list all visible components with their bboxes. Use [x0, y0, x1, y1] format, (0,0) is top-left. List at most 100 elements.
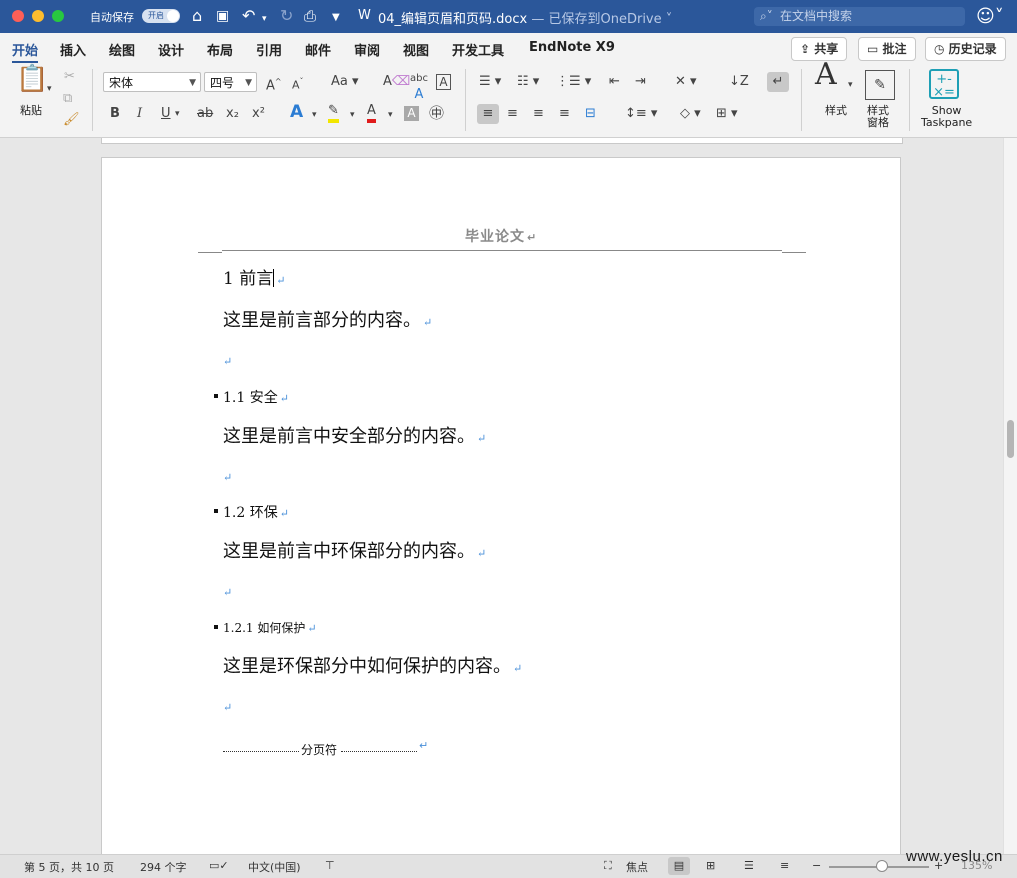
track-changes-icon[interactable]: ⊤	[325, 859, 335, 872]
outline-view-icon[interactable]: ☰	[744, 859, 754, 872]
character-border-icon[interactable]: A	[436, 74, 451, 90]
tab-review[interactable]: 审阅	[354, 40, 380, 59]
tab-developer[interactable]: 开发工具	[452, 40, 504, 59]
heading-1[interactable]: 1 前言 ↵	[223, 264, 285, 289]
search-input[interactable]: ⌕˅ 在文档中搜索	[754, 7, 965, 26]
body-paragraph[interactable]: 这里是环保部分中如何保护的内容。 ↵	[223, 652, 522, 678]
undo-dropdown-icon[interactable]: ▾	[262, 10, 267, 28]
tab-design[interactable]: 设计	[158, 40, 184, 59]
enclose-characters-icon[interactable]: ㊥	[429, 105, 444, 121]
empty-paragraph[interactable]: ↵	[223, 349, 232, 370]
heading-2[interactable]: 1.1 安全 ↵	[223, 387, 289, 407]
bold-button[interactable]: B	[110, 106, 120, 122]
font-color-dropdown-icon[interactable]: ▾	[388, 107, 393, 123]
align-center-icon[interactable]: ≡	[507, 106, 518, 122]
word-count[interactable]: 294 个字	[140, 859, 187, 875]
empty-paragraph[interactable]: ↵	[223, 580, 232, 601]
tab-home[interactable]: 开始	[12, 40, 39, 64]
body-paragraph[interactable]: 这里是前言中环保部分的内容。 ↵	[223, 537, 486, 563]
justify-icon[interactable]: ≡	[559, 106, 570, 122]
line-spacing-icon[interactable]: ↕≡ ▾	[625, 106, 657, 122]
tab-references[interactable]: 引用	[256, 40, 282, 59]
vertical-scrollbar[interactable]	[1003, 138, 1017, 854]
body-paragraph[interactable]: 这里是前言部分的内容。 ↵	[223, 306, 432, 332]
styles-icon[interactable]: A	[815, 60, 837, 90]
focus-label[interactable]: 焦点	[626, 859, 648, 875]
tab-insert[interactable]: 插入	[60, 40, 86, 59]
superscript-button[interactable]: x²	[252, 106, 265, 122]
close-window-button[interactable]	[12, 10, 24, 22]
minimize-window-button[interactable]	[32, 10, 44, 22]
proofing-icon[interactable]: ▭✓	[209, 859, 229, 872]
heading-2[interactable]: 1.2 环保 ↵	[223, 502, 289, 522]
decrease-indent-icon[interactable]: ⇤	[609, 74, 620, 90]
tab-mailings[interactable]: 邮件	[305, 40, 331, 59]
zoom-window-button[interactable]	[52, 10, 64, 22]
show-taskpane-icon[interactable]: +- ×=	[929, 69, 959, 99]
copy-icon[interactable]: ⧉	[63, 91, 72, 107]
redo-icon[interactable]: ↻	[280, 7, 293, 25]
highlight-icon[interactable]: ✎	[328, 103, 339, 123]
font-color-icon[interactable]: A	[367, 103, 376, 123]
styles-pane-label[interactable]: 样式 窗格	[867, 105, 889, 129]
empty-paragraph[interactable]: ↵	[223, 695, 232, 716]
zoom-slider-thumb[interactable]	[876, 860, 888, 872]
focus-icon[interactable]: ⛶	[604, 859, 612, 873]
page-count[interactable]: 第 5 页，共 10 页	[24, 859, 114, 875]
multilevel-list-icon[interactable]: ⋮☰ ▾	[556, 74, 591, 90]
feedback-smiley-icon[interactable]: ☺˅	[976, 6, 1004, 27]
increase-indent-icon[interactable]: ⇥	[635, 74, 646, 90]
italic-button[interactable]: I	[137, 106, 142, 122]
shading-icon[interactable]: ◇ ▾	[680, 106, 701, 122]
web-layout-view-icon[interactable]: ⊞	[706, 859, 715, 872]
empty-paragraph[interactable]: ↵	[223, 465, 232, 486]
tab-view[interactable]: 视图	[403, 40, 429, 59]
print-layout-view-icon[interactable]: ▤	[668, 857, 690, 875]
format-painter-icon[interactable]: 🖌	[63, 112, 80, 128]
tab-layout[interactable]: 布局	[207, 40, 233, 59]
font-name-select[interactable]: 宋体 ▼	[103, 72, 201, 92]
save-icon[interactable]: ▣	[216, 7, 229, 25]
paste-dropdown-icon[interactable]: ▾	[47, 81, 52, 97]
print-icon[interactable]: ⎙	[304, 7, 316, 25]
underline-button[interactable]: U	[161, 106, 171, 122]
grow-font-icon[interactable]: A^	[266, 74, 282, 94]
language-indicator[interactable]: 中文(中国)	[248, 859, 301, 875]
tab-endnote[interactable]: EndNote X9	[529, 40, 615, 55]
home-icon[interactable]: ⌂	[192, 7, 202, 25]
page-header-text[interactable]: 毕业论文 ↵	[465, 226, 537, 246]
font-size-select[interactable]: 四号 ▼	[204, 72, 257, 92]
scrollbar-thumb[interactable]	[1007, 420, 1014, 458]
history-button[interactable]: ◷ 历史记录	[925, 37, 1006, 61]
numbering-icon[interactable]: ☷ ▾	[517, 74, 539, 90]
comments-button[interactable]: ▭ 批注	[858, 37, 916, 61]
chinese-layout-icon[interactable]: ✕ ▾	[675, 74, 697, 90]
save-status[interactable]: — 已保存到OneDrive ˅	[527, 12, 672, 27]
paste-label[interactable]: 粘贴	[20, 105, 42, 117]
align-left-icon[interactable]: ≡	[477, 104, 499, 124]
distributed-icon[interactable]: ⊟	[585, 106, 596, 122]
customize-toolbar-icon[interactable]: ▼	[332, 9, 340, 27]
show-formatting-marks-icon[interactable]: ↵	[767, 72, 789, 92]
tab-draw[interactable]: 绘图	[109, 40, 135, 59]
draft-view-icon[interactable]: ≡	[780, 859, 789, 872]
underline-dropdown-icon[interactable]: ▾	[175, 106, 180, 122]
cut-icon[interactable]: ✂	[64, 69, 75, 85]
subscript-button[interactable]: x₂	[226, 106, 239, 122]
align-right-icon[interactable]: ≡	[533, 106, 544, 122]
highlight-dropdown-icon[interactable]: ▾	[350, 107, 355, 123]
change-case-icon[interactable]: Aa ▾	[331, 74, 359, 90]
show-taskpane-label[interactable]: Show Taskpane	[921, 105, 972, 129]
character-shading-icon[interactable]: A	[404, 106, 419, 121]
bullets-icon[interactable]: ☰ ▾	[479, 74, 501, 90]
autosave-toggle[interactable]: 开启	[142, 9, 180, 23]
heading-3[interactable]: 1.2.1 如何保护 ↵	[223, 619, 317, 636]
text-effects-icon[interactable]: A	[290, 104, 303, 121]
sort-icon[interactable]: ↓Z	[729, 74, 749, 90]
body-paragraph[interactable]: 这里是前言中安全部分的内容。 ↵	[223, 422, 486, 448]
styles-dropdown-icon[interactable]: ▾	[848, 77, 853, 93]
page-break[interactable]: 分页符 ↵	[223, 739, 523, 757]
borders-icon[interactable]: ⊞ ▾	[716, 106, 738, 122]
document-canvas[interactable]: 毕业论文 ↵ 1 前言 ↵ 这里是前言部分的内容。 ↵ ↵ 1.1 安全 ↵ 这里是前言…	[0, 138, 1003, 854]
styles-label[interactable]: 样式	[825, 105, 847, 117]
